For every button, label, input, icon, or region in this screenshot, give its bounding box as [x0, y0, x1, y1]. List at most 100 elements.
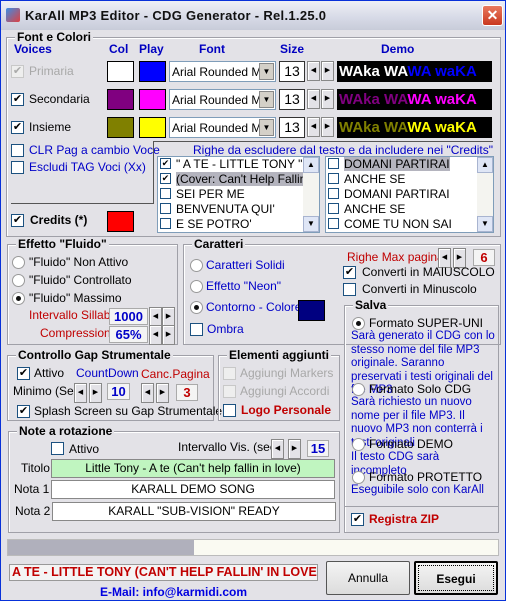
list-item[interactable]: BENVENUTA QUI': [158, 202, 319, 217]
clr-checkbox[interactable]: [11, 144, 24, 157]
spin-right[interactable]: ▶: [89, 383, 102, 403]
salva-radio[interactable]: [352, 471, 365, 484]
scroll-down-icon[interactable]: ▼: [477, 216, 493, 232]
maiuscolo-checkbox[interactable]: ✔: [343, 266, 356, 279]
play-color-swatch[interactable]: [139, 117, 166, 138]
chevron-down-icon[interactable]: ▼: [259, 63, 274, 80]
spin-right[interactable]: ▶: [321, 117, 334, 137]
voice-color-swatch[interactable]: [107, 61, 134, 82]
size-input[interactable]: 13: [279, 117, 305, 138]
fluido-radio[interactable]: [12, 256, 25, 269]
list-item[interactable]: COME TU NON SAI: [326, 217, 493, 232]
spin-left[interactable]: ◀: [307, 117, 320, 137]
list-item[interactable]: SEI PER ME: [158, 187, 319, 202]
list-item[interactable]: ANCHE SE: [326, 202, 493, 217]
salva-radio[interactable]: [352, 317, 365, 330]
fluido-radio[interactable]: [12, 292, 25, 305]
minuscolo-checkbox[interactable]: [343, 283, 356, 296]
ombra-checkbox[interactable]: [190, 323, 203, 336]
logo-label: Logo Personale: [241, 403, 332, 417]
titolo-input[interactable]: Little Tony - A te (Can't help fallin in…: [51, 459, 335, 478]
list-item[interactable]: ANCHE SE: [326, 172, 493, 187]
font-select[interactable]: Arial Rounded MT ▼: [169, 61, 276, 82]
note-attivo-checkbox[interactable]: [51, 442, 64, 455]
size-input[interactable]: 13: [279, 61, 305, 82]
gap-attivo-checkbox[interactable]: ✔: [17, 367, 30, 380]
spin-left[interactable]: ◀: [307, 89, 320, 109]
spin-right[interactable]: ▶: [156, 383, 169, 403]
list-item-checkbox[interactable]: [328, 188, 339, 199]
header-demo: Demo: [381, 42, 415, 56]
voice-color-swatch[interactable]: [107, 89, 134, 110]
list-item[interactable]: E SE POTRO': [158, 217, 319, 232]
font-select[interactable]: Arial Rounded MT ▼: [169, 117, 276, 138]
list-item-checkbox[interactable]: [328, 158, 339, 169]
size-input[interactable]: 13: [279, 89, 305, 110]
list-item-checkbox[interactable]: [160, 218, 171, 229]
list-item[interactable]: ✔ " A TE - LITTLE TONY ": [158, 157, 319, 172]
close-button[interactable]: ✕: [482, 5, 503, 26]
minimo-value: 10: [107, 383, 130, 400]
accordi-checkbox[interactable]: [223, 385, 236, 398]
list-item[interactable]: DOMANI PARTIRAI: [326, 157, 493, 172]
voice-checkbox[interactable]: ✔: [11, 65, 24, 78]
voice-checkbox[interactable]: ✔: [11, 121, 24, 134]
chevron-down-icon[interactable]: ▼: [259, 119, 274, 136]
spin-left[interactable]: ◀: [149, 325, 162, 345]
spin-right[interactable]: ▶: [162, 325, 175, 345]
spin-right[interactable]: ▶: [321, 61, 334, 81]
list-item[interactable]: DOMANI PARTIRAI: [326, 187, 493, 202]
list-item-checkbox[interactable]: [328, 218, 339, 229]
list-item-checkbox[interactable]: [328, 203, 339, 214]
splash-checkbox[interactable]: ✔: [17, 405, 30, 418]
caratteri-radio[interactable]: [190, 280, 203, 293]
credits-color-swatch[interactable]: [107, 211, 134, 232]
contorno-color-swatch[interactable]: [298, 300, 325, 321]
markers-checkbox[interactable]: [223, 367, 236, 380]
exclude-list-1[interactable]: ✔ " A TE - LITTLE TONY " ✔ (Cover: Can't He…: [157, 156, 320, 233]
caratteri-radio[interactable]: [190, 301, 203, 314]
voice-checkbox[interactable]: ✔: [11, 93, 24, 106]
fluido-radio[interactable]: [12, 274, 25, 287]
voice-color-swatch[interactable]: [107, 117, 134, 138]
list-item-checkbox[interactable]: ✔: [160, 158, 171, 169]
font-select-value: Arial Rounded MT: [172, 121, 269, 135]
scrollbar[interactable]: ▲ ▼: [477, 157, 493, 232]
chevron-down-icon[interactable]: ▼: [259, 91, 274, 108]
list-item-checkbox[interactable]: [160, 203, 171, 214]
list-item-checkbox[interactable]: [160, 188, 171, 199]
list-item-checkbox[interactable]: [328, 173, 339, 184]
nota2-input[interactable]: KARALL "SUB-VISION" READY: [52, 502, 336, 521]
salva-radio[interactable]: [352, 438, 365, 451]
spin-left[interactable]: ◀: [271, 439, 284, 459]
escludi-checkbox[interactable]: [11, 161, 24, 174]
esegui-button[interactable]: Esegui: [414, 561, 498, 595]
list-item-checkbox[interactable]: ✔: [160, 173, 171, 184]
spin-left[interactable]: ◀: [141, 383, 154, 403]
nota1-input[interactable]: KARALL DEMO SONG: [51, 480, 335, 499]
scrollbar[interactable]: ▲ ▼: [303, 157, 319, 232]
spin-left[interactable]: ◀: [307, 61, 320, 81]
credits-checkbox[interactable]: ✔: [11, 214, 24, 227]
scroll-up-icon[interactable]: ▲: [477, 157, 493, 173]
spin-right[interactable]: ▶: [288, 439, 301, 459]
annulla-button[interactable]: Annulla: [326, 561, 410, 595]
play-color-swatch[interactable]: [139, 61, 166, 82]
font-select[interactable]: Arial Rounded MT ▼: [169, 89, 276, 110]
email-link[interactable]: E-Mail: info@karmidi.com: [100, 585, 247, 599]
caratteri-radio[interactable]: [190, 259, 203, 272]
registra-zip-checkbox[interactable]: ✔: [351, 513, 364, 526]
logo-checkbox[interactable]: [223, 404, 236, 417]
play-color-swatch[interactable]: [139, 89, 166, 110]
list-item-text: SEI PER ME: [176, 187, 245, 201]
salva-radio[interactable]: [352, 383, 365, 396]
gap-attivo-label: Attivo: [34, 366, 65, 380]
spin-left[interactable]: ◀: [149, 307, 162, 327]
spin-right[interactable]: ▶: [321, 89, 334, 109]
spin-left[interactable]: ◀: [74, 383, 87, 403]
scroll-up-icon[interactable]: ▲: [303, 157, 319, 173]
scroll-down-icon[interactable]: ▼: [303, 216, 319, 232]
list-item[interactable]: ✔ (Cover: Can't Help Fallin in: [158, 172, 319, 187]
spin-right[interactable]: ▶: [162, 307, 175, 327]
exclude-list-2[interactable]: DOMANI PARTIRAI ANCHE SE DOMANI PARTIRAI AN…: [325, 156, 494, 233]
